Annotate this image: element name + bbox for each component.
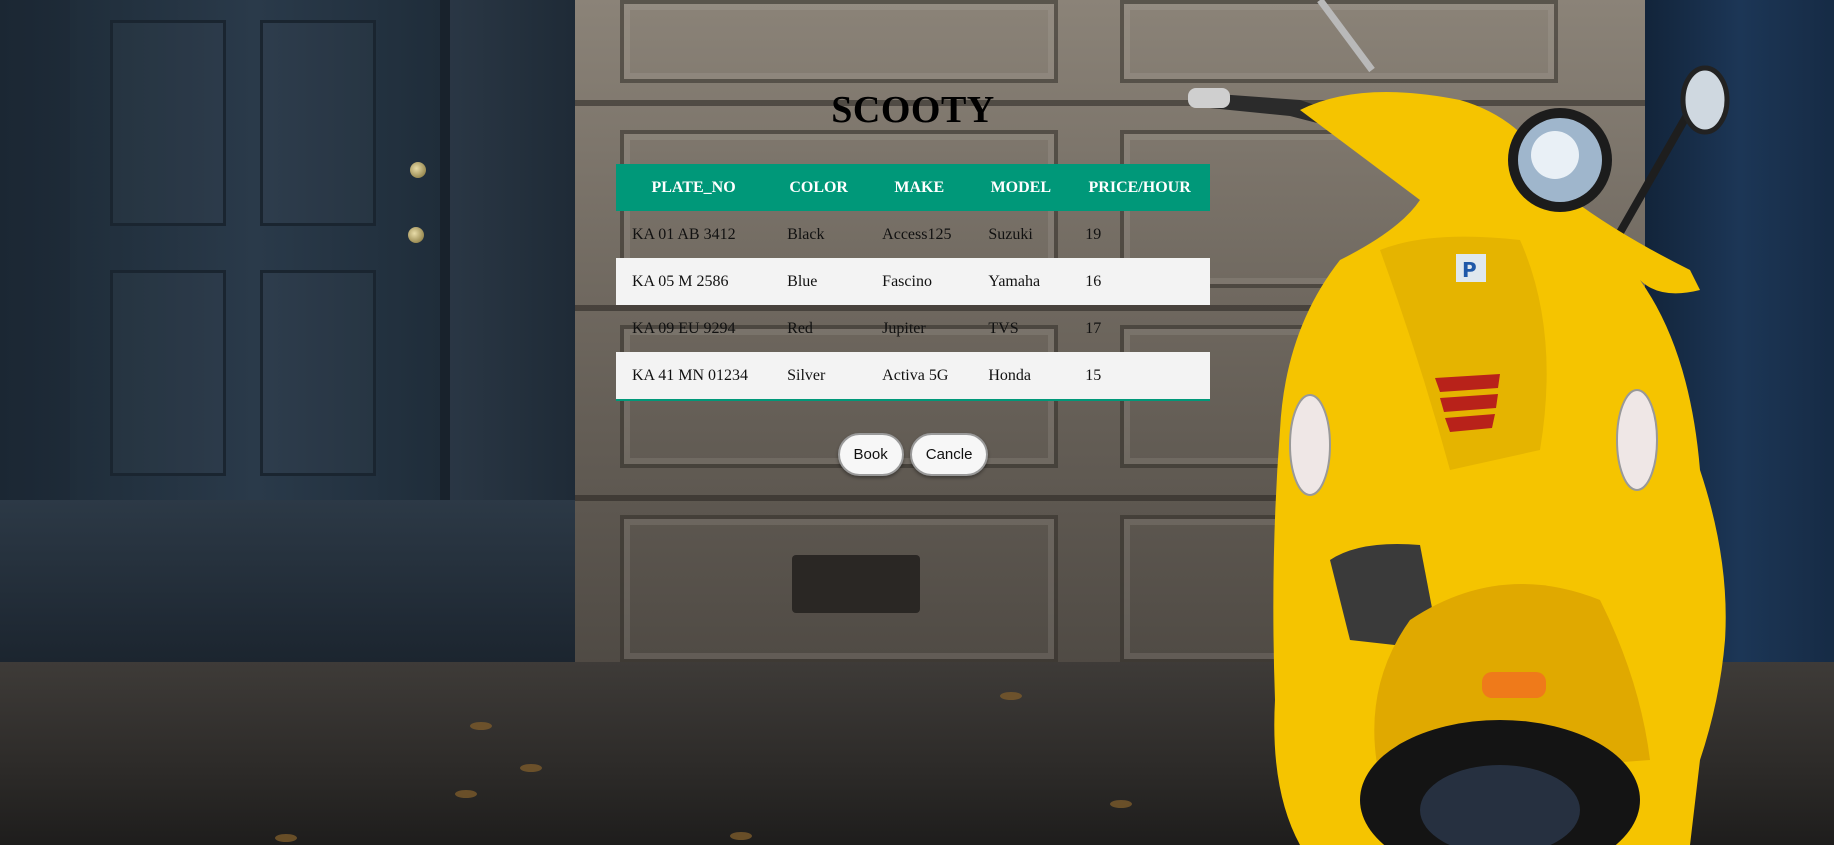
cell-plate-no: KA 05 M 2586 xyxy=(616,258,772,305)
cell-model: TVS xyxy=(988,319,1019,337)
scooter-listing: SCOOTY PLATE_NO COLOR MAKE MODEL PRICE/H… xyxy=(0,0,1834,845)
book-button[interactable]: Book xyxy=(837,433,904,476)
cell-color: Red xyxy=(787,319,813,337)
cell-model: Yamaha xyxy=(972,258,1070,305)
page-title: SCOOTY xyxy=(831,89,995,131)
action-buttons: Book Cancle xyxy=(616,433,1210,476)
cell-price-hour: 19 xyxy=(1085,225,1102,243)
cell-model: Honda xyxy=(972,352,1070,401)
cell-plate-no: KA 41 MN 01234 xyxy=(616,352,772,401)
table-header-row: PLATE_NO COLOR MAKE MODEL PRICE/HOUR xyxy=(616,164,1210,211)
cell-make: Jupiter xyxy=(882,319,926,337)
cell-make: Access125 xyxy=(882,225,952,243)
column-header-price-hour: PRICE/HOUR xyxy=(1069,164,1210,211)
cell-color: Black xyxy=(787,225,825,243)
cell-plate-no: KA 01 AB 3412 xyxy=(632,225,736,243)
cell-color: Silver xyxy=(771,352,867,401)
cancel-button[interactable]: Cancle xyxy=(909,433,989,476)
column-header-make: MAKE xyxy=(866,164,973,211)
cell-price-hour: 17 xyxy=(1085,319,1102,337)
cell-make: Activa 5G xyxy=(866,352,973,401)
table-row[interactable]: KA 01 AB 3412 Black Access125 Suzuki 19 xyxy=(616,211,1210,258)
table-row[interactable]: KA 05 M 2586 Blue Fascino Yamaha 16 xyxy=(616,258,1210,305)
scooter-table: PLATE_NO COLOR MAKE MODEL PRICE/HOUR KA … xyxy=(616,164,1210,401)
column-header-model: MODEL xyxy=(972,164,1070,211)
table-row[interactable]: KA 41 MN 01234 Silver Activa 5G Honda 15 xyxy=(616,352,1210,401)
column-header-plate-no: PLATE_NO xyxy=(616,164,772,211)
cell-color: Blue xyxy=(771,258,867,305)
cell-make: Fascino xyxy=(866,258,973,305)
cell-model: Suzuki xyxy=(988,225,1033,243)
cell-plate-no: KA 09 EU 9294 xyxy=(632,319,736,337)
column-header-color: COLOR xyxy=(771,164,867,211)
cell-price-hour: 15 xyxy=(1069,352,1210,401)
cell-price-hour: 16 xyxy=(1069,258,1210,305)
table-row[interactable]: KA 09 EU 9294 Red Jupiter TVS 17 xyxy=(616,305,1210,352)
